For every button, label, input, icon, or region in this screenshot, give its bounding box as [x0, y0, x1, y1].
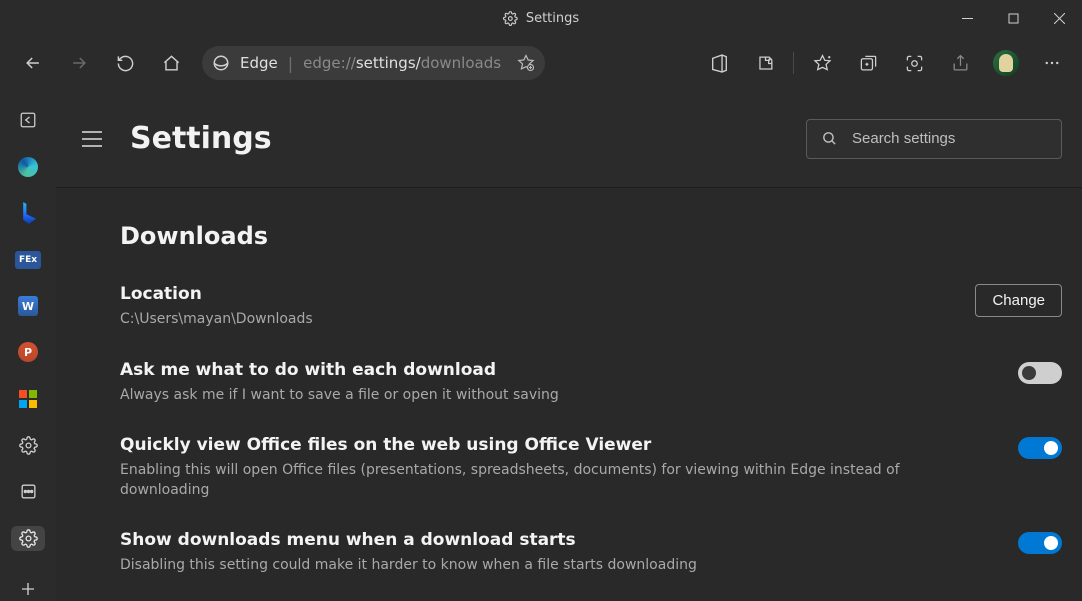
share-icon[interactable] [940, 44, 980, 82]
page-title: Settings [130, 121, 272, 156]
vertical-sidebar: FEx W P [0, 90, 56, 601]
sidebar-app-bing[interactable] [11, 201, 45, 225]
window-controls [944, 0, 1082, 36]
identity-label: Edge [240, 54, 278, 72]
sidebar-app-microsoft[interactable] [11, 387, 45, 411]
toggle-show-menu[interactable] [1018, 532, 1062, 554]
edge-icon [212, 54, 230, 72]
change-location-button[interactable]: Change [975, 284, 1062, 317]
screenshot-icon[interactable] [894, 44, 934, 82]
forward-button[interactable] [60, 44, 98, 82]
sidebar-app-word[interactable]: W [11, 294, 45, 318]
sidebar-history-icon[interactable] [11, 480, 45, 504]
back-button[interactable] [14, 44, 52, 82]
setting-location: Location C:\Users\mayan\Downloads Change [120, 284, 1062, 330]
setting-office-viewer-desc: Enabling this will open Office files (pr… [120, 461, 978, 500]
profile-avatar[interactable] [986, 44, 1026, 82]
toggle-ask-each[interactable] [1018, 362, 1062, 384]
gear-icon [503, 11, 518, 26]
separator: | [288, 54, 293, 73]
browser-toolbar: Edge | edge://settings/downloads [0, 36, 1082, 90]
url-text: edge://settings/downloads [303, 54, 501, 72]
settings-scroll: Downloads Location C:\Users\mayan\Downlo… [56, 188, 1082, 601]
setting-show-menu-title: Show downloads menu when a download star… [120, 530, 697, 550]
settings-search[interactable] [806, 119, 1062, 159]
separator [793, 52, 794, 74]
window-title-group: Settings [503, 11, 579, 26]
sidebar-tab-icon[interactable] [11, 108, 45, 132]
setting-ask-each-title: Ask me what to do with each download [120, 360, 559, 380]
setting-ask-each-desc: Always ask me if I want to save a file o… [120, 386, 559, 406]
sidebar-app-powerpoint[interactable]: P [11, 340, 45, 364]
window-title: Settings [526, 11, 579, 26]
sidebar-settings-icon[interactable] [11, 433, 45, 457]
sidebar-app-edge[interactable] [11, 154, 45, 178]
home-button[interactable] [152, 44, 190, 82]
section-title-downloads: Downloads [120, 222, 1062, 250]
office-icon[interactable] [699, 44, 739, 82]
content-area: Settings Downloads Location C:\Users\may… [56, 90, 1082, 601]
sidebar-add-button[interactable] [11, 577, 45, 601]
window-minimize-button[interactable] [944, 0, 990, 36]
setting-ask-each: Ask me what to do with each download Alw… [120, 360, 1062, 406]
body: FEx W P Settings Downloads Location C:\U… [0, 90, 1082, 601]
toggle-office-viewer[interactable] [1018, 437, 1062, 459]
window-close-button[interactable] [1036, 0, 1082, 36]
url-scheme: edge:// [303, 54, 356, 72]
window-maximize-button[interactable] [990, 0, 1036, 36]
settings-menu-button[interactable] [76, 123, 108, 155]
title-bar: Settings [0, 0, 1082, 36]
more-menu-button[interactable] [1032, 44, 1072, 82]
address-bar[interactable]: Edge | edge://settings/downloads [202, 46, 545, 80]
url-segment-downloads: downloads [421, 54, 501, 72]
setting-show-menu: Show downloads menu when a download star… [120, 530, 1062, 576]
setting-location-title: Location [120, 284, 313, 304]
setting-location-value: C:\Users\mayan\Downloads [120, 310, 313, 330]
toolbar-icons [699, 44, 1072, 82]
add-favorite-icon[interactable] [517, 54, 535, 72]
search-icon [821, 130, 838, 147]
sidebar-app-fex[interactable]: FEx [11, 247, 45, 271]
settings-header: Settings [56, 90, 1082, 188]
refresh-button[interactable] [106, 44, 144, 82]
url-segment-settings: settings/ [356, 54, 421, 72]
sidebar-page-settings-icon[interactable] [11, 526, 45, 550]
settings-search-input[interactable] [852, 130, 1051, 147]
extensions-icon[interactable] [745, 44, 785, 82]
favorites-icon[interactable] [802, 44, 842, 82]
setting-office-viewer: Quickly view Office files on the web usi… [120, 435, 1062, 500]
setting-show-menu-desc: Disabling this setting could make it har… [120, 556, 697, 576]
setting-office-viewer-title: Quickly view Office files on the web usi… [120, 435, 978, 455]
collections-icon[interactable] [848, 44, 888, 82]
